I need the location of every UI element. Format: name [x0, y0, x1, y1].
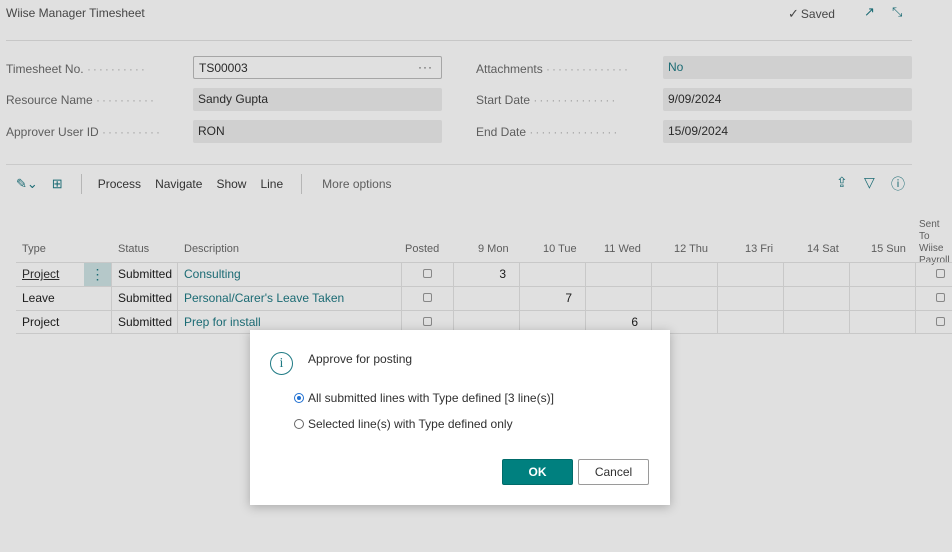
approve-dialog: i Approve for posting All submitted line… [250, 330, 670, 505]
option-all-label: All submitted lines with Type defined [3… [308, 391, 554, 405]
option-all-submitted[interactable]: All submitted lines with Type defined [3… [294, 391, 554, 405]
radio-selected-lines[interactable] [294, 419, 304, 429]
radio-all-submitted[interactable] [294, 393, 304, 403]
info-icon: i [270, 352, 293, 375]
cancel-button[interactable]: Cancel [578, 459, 649, 485]
dialog-title: Approve for posting [308, 352, 413, 366]
option-selected-label: Selected line(s) with Type defined only [308, 417, 513, 431]
ok-button[interactable]: OK [502, 459, 573, 485]
option-selected-lines[interactable]: Selected line(s) with Type defined only [294, 417, 513, 431]
